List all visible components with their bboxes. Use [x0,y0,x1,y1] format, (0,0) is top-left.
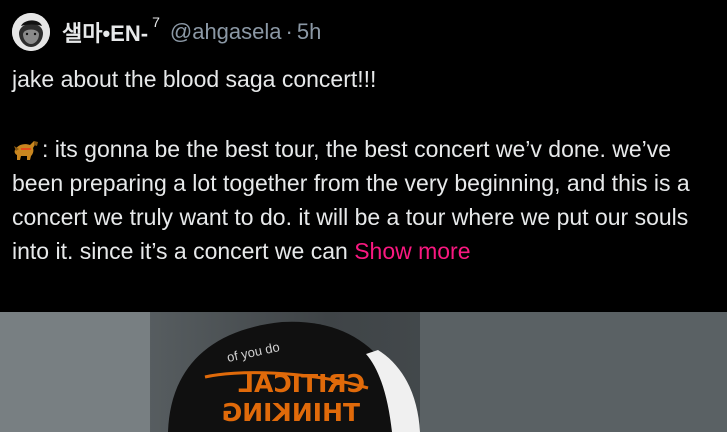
cap-text-line1: CRITICAL [238,369,365,398]
dog-emoji-icon [12,135,40,160]
display-name[interactable]: 샐마•EN- 7 [62,14,160,48]
user-handle[interactable]: @ahgasela [170,19,282,45]
display-name-superscript: 7 [152,14,160,30]
media-image: of you do CRITICAL THINKING [0,312,727,432]
cap-text-line2: THINKING [222,398,360,427]
tweet-body-text: : its gonna be the best tour, the best c… [12,136,690,264]
tweet-header: 샐마•EN- 7 @ahgasela · 5h [12,12,321,52]
tweet-body: : its gonna be the best tour, the best c… [12,132,717,268]
avatar-portrait-icon [12,13,50,51]
media-preview[interactable]: of you do CRITICAL THINKING [0,312,727,432]
tweet-time[interactable]: 5h [297,19,321,45]
show-more-link[interactable]: Show more [354,238,470,264]
tweet-card[interactable]: 샐마•EN- 7 @ahgasela · 5h jake about the bl… [0,0,727,312]
meta-separator: · [285,19,293,44]
avatar[interactable] [12,13,50,51]
tweet-headline: jake about the blood saga concert!!! [12,66,377,92]
display-name-text: 샐마•EN- [62,21,149,46]
